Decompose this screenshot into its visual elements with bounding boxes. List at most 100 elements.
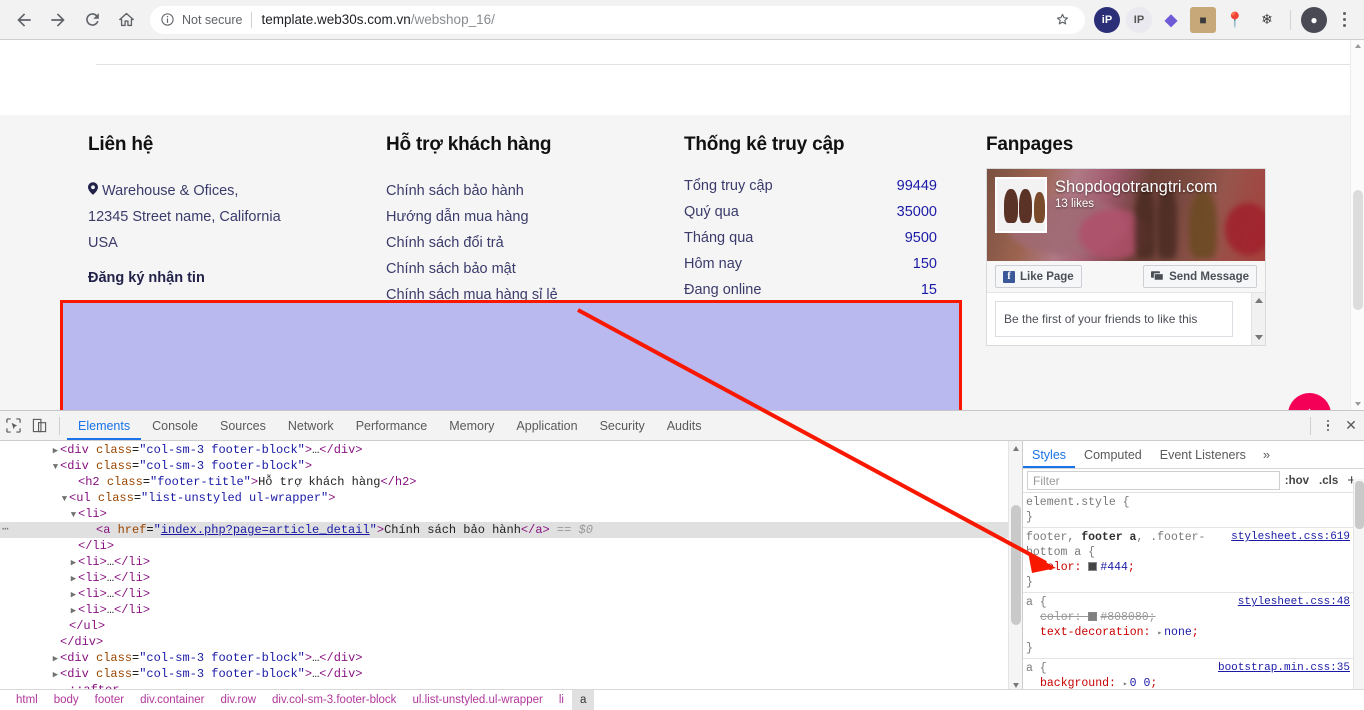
dom-node[interactable]: </ul> <box>0 618 1008 634</box>
list-item[interactable]: Hướng dẫn mua hàng <box>386 204 666 230</box>
disclosure-triangle-icon[interactable]: ▼ <box>69 507 78 523</box>
list-item[interactable]: Chính sách bảo mật <box>386 256 666 282</box>
color-swatch[interactable] <box>1088 562 1098 571</box>
disclosure-triangle-icon[interactable]: ▼ <box>51 459 60 475</box>
disclosure-triangle-icon[interactable]: ▶ <box>51 667 60 683</box>
dom-node[interactable]: </div> <box>0 634 1008 650</box>
home-icon[interactable] <box>110 4 142 36</box>
dom-node[interactable]: </li> <box>0 538 1008 554</box>
breadcrumb-ul-wrapper[interactable]: ul.list-unstyled.ul-wrapper <box>404 690 550 710</box>
stylesheet-source-link[interactable]: stylesheet.css:48 <box>1238 595 1350 610</box>
support-link[interactable]: Chính sách đổi trả <box>386 235 504 251</box>
styles-scrollbar[interactable] <box>1353 479 1364 710</box>
fanpage-scrollbar[interactable] <box>1251 293 1265 345</box>
close-icon[interactable]: ✕ <box>1338 413 1364 439</box>
profile-avatar-icon[interactable]: ● <box>1301 6 1327 33</box>
tab-security[interactable]: Security <box>589 411 656 440</box>
dom-tree[interactable]: ▶ <div class="col-sm-3 footer-block">…</d… <box>0 441 1008 698</box>
facebook-page-widget[interactable]: Shopdogotrangtri.com 13 likes f Like Pag… <box>986 168 1266 346</box>
styles-more-tabs-icon[interactable]: » <box>1255 447 1278 462</box>
dom-scrollbar[interactable] <box>1008 441 1022 710</box>
location-pin-icon[interactable]: 📍 <box>1222 7 1248 33</box>
scroll-up-arrow-icon[interactable] <box>1355 44 1361 48</box>
dom-node[interactable]: ▶ <li>…</li> <box>0 554 1008 570</box>
breadcrumb-html[interactable]: html <box>8 690 46 710</box>
like-page-button[interactable]: f Like Page <box>995 265 1082 288</box>
tab-styles[interactable]: Styles <box>1023 441 1075 468</box>
list-item[interactable]: Chính sách đổi trả <box>386 230 666 256</box>
reload-icon[interactable] <box>76 4 108 36</box>
support-link[interactable]: Chính sách bảo mật <box>386 261 516 277</box>
dom-node[interactable]: <h2 class="footer-title">Hỗ trợ khách hà… <box>0 474 1008 490</box>
disclosure-triangle-icon[interactable]: ▶ <box>51 443 60 459</box>
css-declaration[interactable]: color: #808080; <box>1026 610 1353 625</box>
devtools-menu-icon[interactable] <box>1318 414 1338 438</box>
breadcrumb-body[interactable]: body <box>46 690 87 710</box>
breadcrumb-li[interactable]: li <box>551 690 572 710</box>
toggle-device-toolbar-icon[interactable] <box>26 413 52 439</box>
breadcrumb-div-container[interactable]: div.container <box>132 690 212 710</box>
bookmark-star-icon[interactable] <box>1054 11 1071 28</box>
dom-node[interactable]: ▼ <li> <box>0 506 1008 522</box>
forward-arrow-icon[interactable] <box>42 4 74 36</box>
dom-node[interactable]: ▶ <div class="col-sm-3 footer-block">…</d… <box>0 442 1008 458</box>
scroll-down-arrow-icon[interactable] <box>1255 335 1263 340</box>
style-rule[interactable]: stylesheet.css:619 footer, footer a, .foo… <box>1023 528 1353 593</box>
disclosure-triangle-icon[interactable]: ▶ <box>51 651 60 667</box>
tab-sources[interactable]: Sources <box>209 411 277 440</box>
back-arrow-icon[interactable] <box>8 4 40 36</box>
tab-elements[interactable]: Elements <box>67 411 141 440</box>
breadcrumb-a[interactable]: a <box>571 690 595 710</box>
tab-event-listeners[interactable]: Event Listeners <box>1151 441 1255 468</box>
scrollbar-thumb[interactable] <box>1353 190 1363 310</box>
ip-lookup-icon[interactable]: IP <box>1126 6 1152 33</box>
dom-node-selected[interactable]: ⋯ <a href="index.php?page=article_detail"… <box>0 522 1008 538</box>
vysor-icon[interactable]: ◆ <box>1158 7 1184 33</box>
disclosure-triangle-icon[interactable]: ▼ <box>60 491 69 507</box>
breadcrumb-footer-block[interactable]: div.col-sm-3.footer-block <box>264 690 404 710</box>
disclosure-triangle-icon[interactable]: ▶ <box>69 555 78 571</box>
send-message-button[interactable]: Send Message <box>1143 265 1257 288</box>
stylesheet-source-link[interactable]: stylesheet.css:619 <box>1231 530 1350 545</box>
breadcrumb-div-row[interactable]: div.row <box>212 690 264 710</box>
class-toggle-button[interactable]: .cls <box>1314 475 1343 487</box>
list-item[interactable]: Chính sách mua hàng sỉ lẻ <box>386 282 666 308</box>
tab-memory[interactable]: Memory <box>438 411 505 440</box>
chrome-menu-icon[interactable] <box>1332 7 1356 33</box>
rule-selector[interactable]: element.style { <box>1026 495 1353 510</box>
page-scrollbar[interactable] <box>1350 40 1364 410</box>
dom-node[interactable]: ▼ <ul class="list-unstyled ul-wrapper"> <box>0 490 1008 506</box>
inspect-element-icon[interactable] <box>0 413 26 439</box>
ip-extension-icon[interactable]: iP <box>1094 6 1120 33</box>
disclosure-triangle-icon[interactable]: ▶ <box>69 571 78 587</box>
expand-triangle-icon[interactable]: ▸ <box>1157 626 1162 641</box>
tab-application[interactable]: Application <box>505 411 588 440</box>
dom-node[interactable]: ▶ <li>…</li> <box>0 570 1008 586</box>
gnome-extension-icon[interactable]: ❄ <box>1254 7 1280 33</box>
disclosure-triangle-icon[interactable]: ▶ <box>69 587 78 603</box>
scrollbar-thumb[interactable] <box>1011 505 1021 625</box>
hover-state-button[interactable]: :hov <box>1280 475 1314 487</box>
support-link[interactable]: Chính sách bảo hành <box>386 183 524 199</box>
stylesheet-source-link[interactable]: bootstrap.min.css:35 <box>1218 661 1350 676</box>
dom-node[interactable]: ▶ <li>…</li> <box>0 586 1008 602</box>
dom-node[interactable]: ▶ <div class="col-sm-3 footer-block">…</d… <box>0 650 1008 666</box>
dom-node[interactable]: ▶ <li>…</li> <box>0 602 1008 618</box>
dom-node[interactable]: ▼ <div class="col-sm-3 footer-block"> <box>0 458 1008 474</box>
list-item[interactable]: Chính sách bảo hành <box>386 178 666 204</box>
disclosure-triangle-icon[interactable]: ▶ <box>69 603 78 619</box>
color-swatch[interactable] <box>1088 612 1098 621</box>
css-declaration[interactable]: color: #444; <box>1026 560 1353 575</box>
style-rule[interactable]: element.style {} <box>1023 493 1353 528</box>
elements-dom-pane[interactable]: ▶ <div class="col-sm-3 footer-block">…</d… <box>0 441 1022 710</box>
tab-performance[interactable]: Performance <box>345 411 439 440</box>
support-link[interactable]: Hướng dẫn mua hàng <box>386 209 529 225</box>
robot-extension-icon[interactable]: ■ <box>1190 6 1216 33</box>
scroll-up-arrow-icon[interactable] <box>1255 298 1263 303</box>
tab-network[interactable]: Network <box>277 411 345 440</box>
tab-console[interactable]: Console <box>141 411 209 440</box>
breadcrumb-footer[interactable]: footer <box>87 690 132 710</box>
scroll-down-arrow-icon[interactable] <box>1355 402 1361 406</box>
scroll-down-arrow-icon[interactable] <box>1013 683 1019 688</box>
scrollbar-thumb[interactable] <box>1355 481 1364 529</box>
